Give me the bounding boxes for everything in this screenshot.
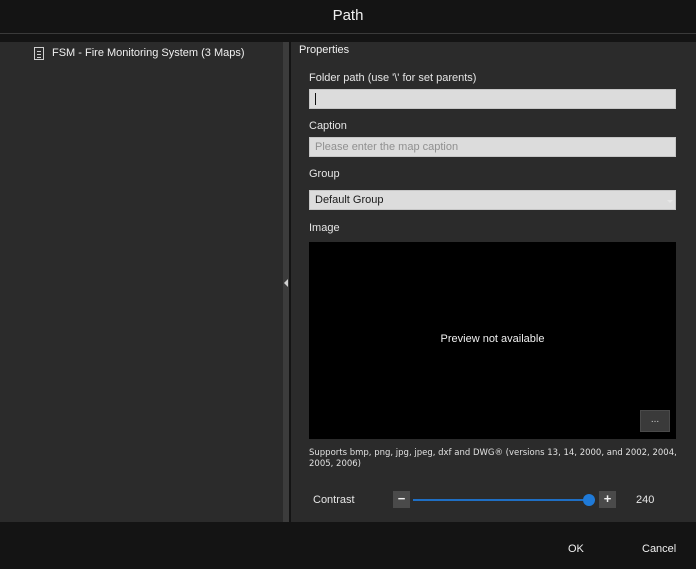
contrast-label: Contrast [313, 494, 355, 506]
browse-image-button[interactable]: ... [640, 410, 670, 432]
title-bar: Path [0, 0, 696, 34]
contrast-value: 240 [636, 494, 655, 506]
properties-heading: Properties [299, 44, 350, 56]
preview-message: Preview not available [440, 333, 545, 345]
supported-formats-note: Supports bmp, png, jpg, jpeg, dxf and DW… [309, 448, 677, 469]
tree-item-label: FSM - Fire Monitoring System (3 Maps) [52, 47, 245, 59]
folder-path-input[interactable] [309, 89, 676, 109]
contrast-slider-fill [413, 499, 589, 501]
contrast-increase-button[interactable]: + [599, 491, 616, 508]
ok-button[interactable]: OK [568, 543, 584, 555]
contrast-slider[interactable] [413, 494, 595, 506]
maps-tree-pane: FSM - Fire Monitoring System (3 Maps) [0, 42, 283, 522]
group-select[interactable]: Default Group [309, 190, 676, 210]
map-document-icon [34, 46, 44, 60]
chevron-down-icon[interactable] [667, 200, 673, 203]
text-caret [315, 93, 316, 106]
caption-input[interactable]: Please enter the map caption [309, 137, 676, 157]
tree-item-fsm[interactable]: FSM - Fire Monitoring System (3 Maps) [34, 45, 245, 61]
image-preview: Preview not available ... [309, 242, 676, 439]
collapse-arrow-icon[interactable] [284, 279, 288, 287]
group-label: Group [309, 168, 340, 180]
contrast-decrease-button[interactable]: − [393, 491, 410, 508]
window-title: Path [332, 7, 364, 24]
dialog-footer: OK Cancel [0, 522, 696, 569]
contrast-slider-thumb[interactable] [583, 494, 595, 506]
pane-splitter[interactable] [283, 42, 289, 522]
image-label: Image [309, 222, 340, 234]
folder-path-label: Folder path (use '\' for set parents) [309, 72, 477, 84]
cancel-button[interactable]: Cancel [642, 543, 676, 555]
properties-pane: Properties Folder path (use '\' for set … [291, 42, 696, 522]
caption-label: Caption [309, 120, 347, 132]
